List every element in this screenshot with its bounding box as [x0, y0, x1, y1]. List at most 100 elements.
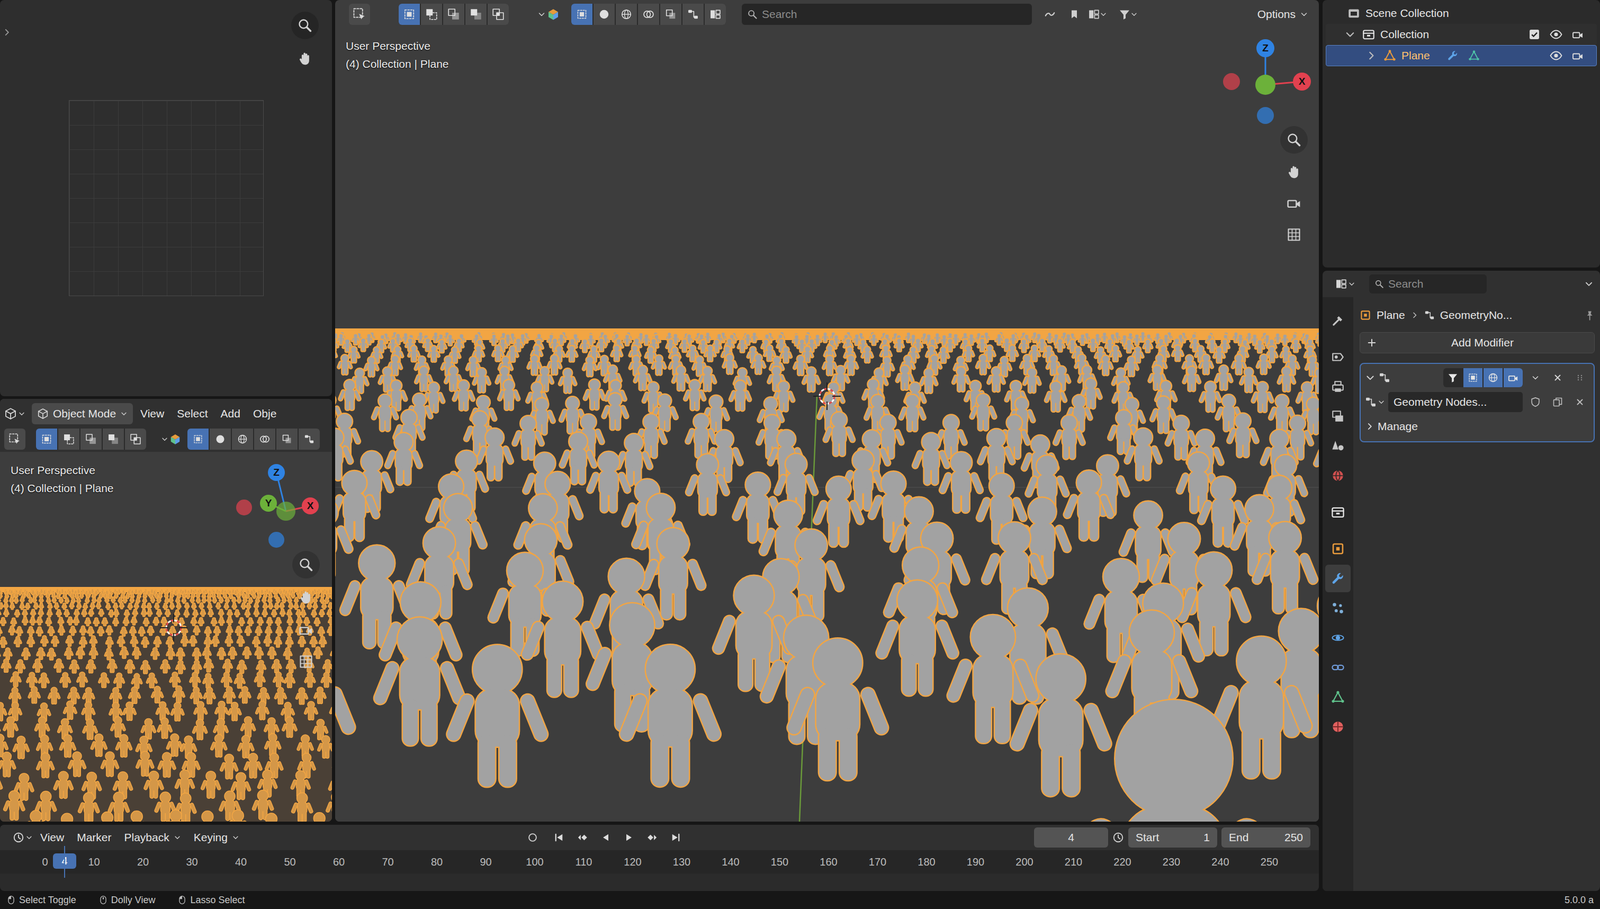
drag-handle[interactable]	[1570, 367, 1590, 388]
modifier-toggle[interactable]	[1483, 367, 1503, 388]
exclude-checkbox-icon[interactable]	[1528, 28, 1541, 41]
selection-mode-button[interactable]	[465, 3, 487, 25]
viewport-toggle-button[interactable]	[187, 428, 209, 450]
dropdown-arrow-icon[interactable]	[25, 833, 33, 841]
output-icon[interactable]	[1331, 379, 1345, 394]
keyframe-area[interactable]	[0, 873, 1319, 891]
selection-mode-button[interactable]	[420, 3, 443, 25]
bookmark-button[interactable]	[1063, 3, 1085, 25]
mesh-data-icon[interactable]	[1468, 49, 1480, 62]
dropdown-arrow-icon[interactable]	[1099, 10, 1108, 19]
wrench-icon[interactable]	[1331, 571, 1345, 586]
viewport-toggle-button[interactable]	[209, 428, 231, 450]
end-frame-field[interactable]: End250	[1221, 827, 1311, 848]
modifier-icon[interactable]	[1446, 49, 1459, 62]
record-icon[interactable]	[526, 831, 539, 843]
uv-grid[interactable]	[68, 100, 264, 296]
viewport-toggle-button[interactable]	[298, 428, 320, 450]
select-tool-button[interactable]	[348, 3, 371, 25]
collection-icon[interactable]	[1362, 28, 1375, 41]
selection-mode-icon[interactable]	[447, 7, 461, 21]
current-frame-value[interactable]: 4	[1067, 830, 1075, 844]
menu-item[interactable]: Obje	[247, 406, 282, 421]
collapse-arrow-icon[interactable]	[1364, 372, 1376, 383]
modifier-toggle[interactable]	[1463, 367, 1483, 388]
mode-dropdown[interactable]: Object Mode	[31, 402, 133, 425]
manage-label[interactable]: Manage	[1377, 419, 1418, 434]
axis-handle[interactable]	[1255, 74, 1276, 95]
search-input[interactable]	[761, 7, 1027, 22]
end-label[interactable]: End	[1228, 830, 1249, 844]
orthographic-button[interactable]	[1280, 220, 1308, 249]
modifier-toggle-icon[interactable]	[1447, 372, 1459, 383]
axis-handle[interactable]	[268, 531, 285, 548]
editor-type-dropdown[interactable]	[12, 826, 33, 848]
select-tool-button[interactable]	[4, 428, 26, 450]
selection-mode-icon[interactable]	[129, 433, 142, 445]
selection-mode-icon[interactable]	[40, 433, 53, 445]
orthographic-icon[interactable]	[1286, 227, 1302, 242]
start-value[interactable]: 1	[1203, 830, 1210, 844]
properties-tab[interactable]	[1325, 461, 1351, 490]
properties-tab[interactable]	[1325, 534, 1351, 563]
outliner[interactable]: Scene CollectionCollectionPlane	[1322, 0, 1600, 268]
viewport-toggle-button[interactable]	[276, 428, 298, 450]
zoom-icon[interactable]	[1286, 132, 1302, 148]
pan-button[interactable]	[1280, 157, 1308, 186]
dropdown-arrow-icon[interactable]	[231, 833, 240, 841]
outliner-row[interactable]: Scene Collection	[1325, 2, 1597, 24]
material-icon[interactable]	[1331, 719, 1345, 734]
viewport-toggle-icon[interactable]	[664, 8, 677, 21]
layout-icon[interactable]	[1088, 8, 1100, 21]
viewport-toggle-icon[interactable]	[620, 8, 633, 21]
selection-mode-icon[interactable]	[491, 7, 505, 21]
axis-handle[interactable]: Y	[259, 494, 277, 512]
viewport-toggle-button[interactable]	[615, 3, 637, 25]
copy-icon[interactable]	[1552, 396, 1563, 408]
next-keyframe-button[interactable]	[641, 826, 663, 848]
orthographic-icon[interactable]	[298, 653, 314, 669]
viewport-canvas[interactable]: User Perspective(4) Collection | PlaneZX	[335, 28, 1319, 822]
bookmark-icon[interactable]	[1068, 9, 1080, 20]
object-types-dropdown[interactable]	[537, 3, 560, 25]
editor-type-icon[interactable]	[1335, 277, 1347, 290]
modifier-toggle-icon[interactable]	[1487, 372, 1499, 383]
remove-modifier[interactable]	[1548, 367, 1568, 388]
zoom-icon[interactable]	[298, 556, 314, 572]
viewport-toggle-icon[interactable]	[192, 433, 204, 445]
filter-icon[interactable]	[1118, 8, 1131, 21]
selection-mode-button[interactable]	[58, 428, 80, 450]
selection-mode-button[interactable]	[102, 428, 124, 450]
node-tree-icon[interactable]	[1364, 396, 1377, 408]
properties-tab[interactable]	[1325, 653, 1351, 681]
dropdown-arrow-icon[interactable]	[1299, 10, 1309, 19]
render-camera-icon[interactable]	[1571, 49, 1584, 62]
options-label[interactable]: Options	[1257, 7, 1296, 22]
properties-tab[interactable]	[1325, 594, 1351, 622]
camera-view-icon[interactable]	[298, 622, 314, 637]
render-icon[interactable]	[1331, 349, 1345, 364]
manage-subpanel[interactable]: Manage	[1364, 415, 1590, 437]
expand-arrow-icon[interactable]	[1344, 28, 1356, 41]
menu-item[interactable]: Marker	[71, 830, 117, 844]
pan-icon[interactable]	[297, 50, 313, 66]
camera-view-button[interactable]	[1280, 189, 1308, 217]
object-types-icon[interactable]	[169, 433, 182, 445]
filter-dropdown[interactable]	[1118, 3, 1138, 25]
viewport-toggle-icon[interactable]	[259, 433, 271, 445]
viewport-toggle-button[interactable]	[637, 3, 660, 25]
physics-icon[interactable]	[1331, 630, 1345, 645]
properties-tab[interactable]	[1325, 372, 1351, 401]
pin-button[interactable]	[1584, 309, 1595, 321]
pan-button[interactable]	[291, 44, 319, 73]
constraint-icon[interactable]	[1331, 660, 1345, 674]
axis-handle[interactable]	[1256, 106, 1274, 124]
next-keyframe-icon[interactable]	[646, 831, 658, 843]
snap-toggle[interactable]	[1039, 3, 1061, 25]
outliner-label[interactable]: Scene Collection	[1365, 6, 1450, 21]
menu-item[interactable]: Select	[171, 406, 213, 421]
viewport-toggle-button[interactable]	[571, 3, 593, 25]
mesh-object-icon[interactable]	[1383, 49, 1397, 62]
selection-mode-button[interactable]	[80, 428, 102, 450]
options-dropdown[interactable]	[1584, 273, 1594, 295]
